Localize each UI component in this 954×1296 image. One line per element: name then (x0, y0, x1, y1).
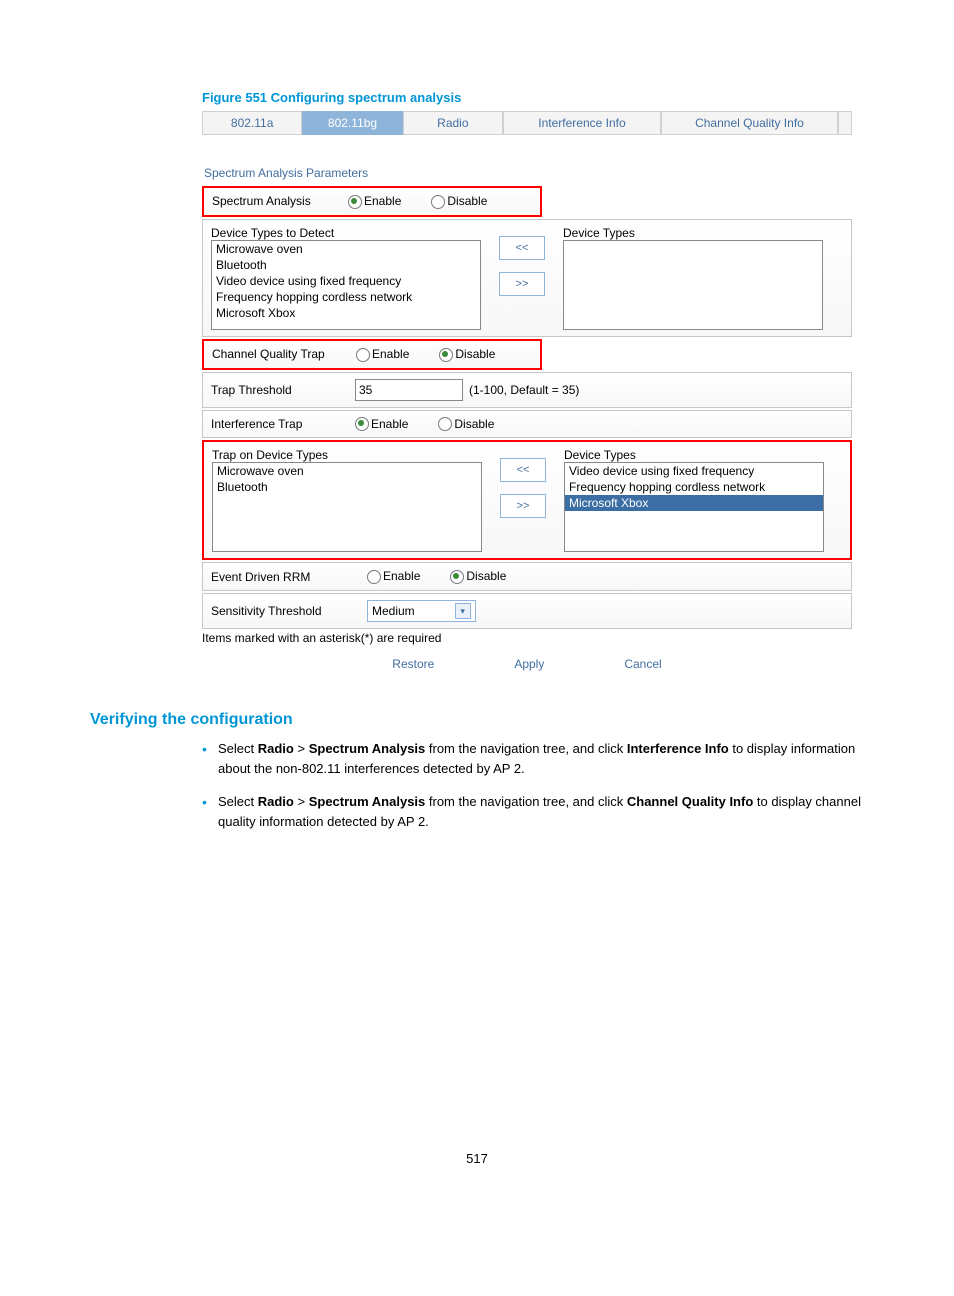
section-heading: Verifying the configuration (90, 711, 864, 729)
restore-button[interactable]: Restore (392, 657, 434, 671)
cqt-enable-radio[interactable]: Enable (356, 347, 409, 362)
row-spectrum-analysis: Spectrum Analysis Enable Disable (202, 186, 542, 217)
apply-button[interactable]: Apply (514, 657, 544, 671)
row-trap-on-device-types: Trap on Device Types Microwave oven Blue… (202, 440, 852, 560)
it-disable-radio[interactable]: Disable (438, 417, 494, 432)
row-device-types-detect: Device Types to Detect Microwave oven Bl… (202, 219, 852, 337)
action-row: Restore Apply Cancel (202, 657, 852, 671)
instruction-list: Select Radio > Spectrum Analysis from th… (202, 739, 864, 831)
spectrum-analysis-label: Spectrum Analysis (212, 194, 342, 208)
list-item[interactable]: Frequency hopping cordless network (565, 479, 823, 495)
row-trap-threshold: Trap Threshold (1-100, Default = 35) (202, 372, 852, 408)
list-item[interactable]: Video device using fixed frequency (565, 463, 823, 479)
detect-label: Device Types to Detect (211, 226, 481, 240)
todt-label: Trap on Device Types (212, 448, 482, 462)
tab-blank (838, 111, 852, 135)
list-item[interactable]: Video device using fixed frequency (212, 273, 480, 289)
list-item: Select Radio > Spectrum Analysis from th… (202, 739, 864, 778)
trap-left-list[interactable]: Microwave oven Bluetooth (212, 462, 482, 552)
row-sensitivity-threshold: Sensitivity Threshold Medium ▾ (202, 593, 852, 629)
detect-move-right-button[interactable]: >> (499, 272, 545, 296)
tab-80211a[interactable]: 802.11a (202, 111, 302, 135)
config-panel: 802.11a 802.11bg Radio Interference Info… (202, 111, 852, 671)
tab-bar: 802.11a 802.11bg Radio Interference Info… (202, 111, 852, 136)
list-item[interactable]: Bluetooth (213, 479, 481, 495)
list-item[interactable]: Microwave oven (213, 463, 481, 479)
list-item[interactable]: Microwave oven (212, 241, 480, 257)
section-title: Spectrum Analysis Parameters (204, 166, 852, 180)
tt-label: Trap Threshold (211, 383, 349, 397)
detect-move-left-button[interactable]: << (499, 236, 545, 260)
tt-hint: (1-100, Default = 35) (469, 383, 579, 397)
edr-disable-radio[interactable]: Disable (450, 569, 506, 584)
list-item[interactable]: Bluetooth (212, 257, 480, 273)
list-item[interactable]: Microsoft Xbox (565, 495, 823, 511)
trap-move-left-button[interactable]: << (500, 458, 546, 482)
it-enable-radio[interactable]: Enable (355, 417, 408, 432)
cancel-button[interactable]: Cancel (624, 657, 661, 671)
tab-80211bg[interactable]: 802.11bg (302, 111, 402, 135)
tab-channel-quality-info[interactable]: Channel Quality Info (661, 111, 838, 135)
edr-enable-radio[interactable]: Enable (367, 569, 420, 584)
row-channel-quality-trap: Channel Quality Trap Enable Disable (202, 339, 542, 370)
trap-right-list[interactable]: Video device using fixed frequency Frequ… (564, 462, 824, 552)
required-note: Items marked with an asterisk(*) are req… (202, 631, 852, 645)
detect-left-list[interactable]: Microwave oven Bluetooth Video device us… (211, 240, 481, 330)
cqt-disable-radio[interactable]: Disable (439, 347, 495, 362)
chevron-down-icon: ▾ (455, 603, 471, 619)
sa-enable-radio[interactable]: Enable (348, 194, 401, 209)
trap-move-right-button[interactable]: >> (500, 494, 546, 518)
row-interference-trap: Interference Trap Enable Disable (202, 410, 852, 439)
todt-right-label: Device Types (564, 448, 824, 462)
it-label: Interference Trap (211, 417, 349, 431)
cqt-label: Channel Quality Trap (212, 347, 350, 361)
figure-caption: Figure 551 Configuring spectrum analysis (202, 90, 864, 105)
row-event-driven-rrm: Event Driven RRM Enable Disable (202, 562, 852, 591)
trap-threshold-input[interactable] (355, 379, 463, 401)
page-number: 517 (90, 1151, 864, 1166)
sensitivity-select[interactable]: Medium ▾ (367, 600, 476, 622)
detect-right-list[interactable] (563, 240, 823, 330)
st-label: Sensitivity Threshold (211, 604, 361, 618)
list-item: Select Radio > Spectrum Analysis from th… (202, 792, 864, 831)
list-item[interactable]: Microsoft Xbox (212, 305, 480, 321)
sa-disable-radio[interactable]: Disable (431, 194, 487, 209)
detect-right-label: Device Types (563, 226, 823, 240)
tab-interference-info[interactable]: Interference Info (503, 111, 661, 135)
sensitivity-value: Medium (372, 604, 415, 618)
list-item[interactable]: Frequency hopping cordless network (212, 289, 480, 305)
tab-radio[interactable]: Radio (403, 111, 503, 135)
edr-label: Event Driven RRM (211, 570, 361, 584)
